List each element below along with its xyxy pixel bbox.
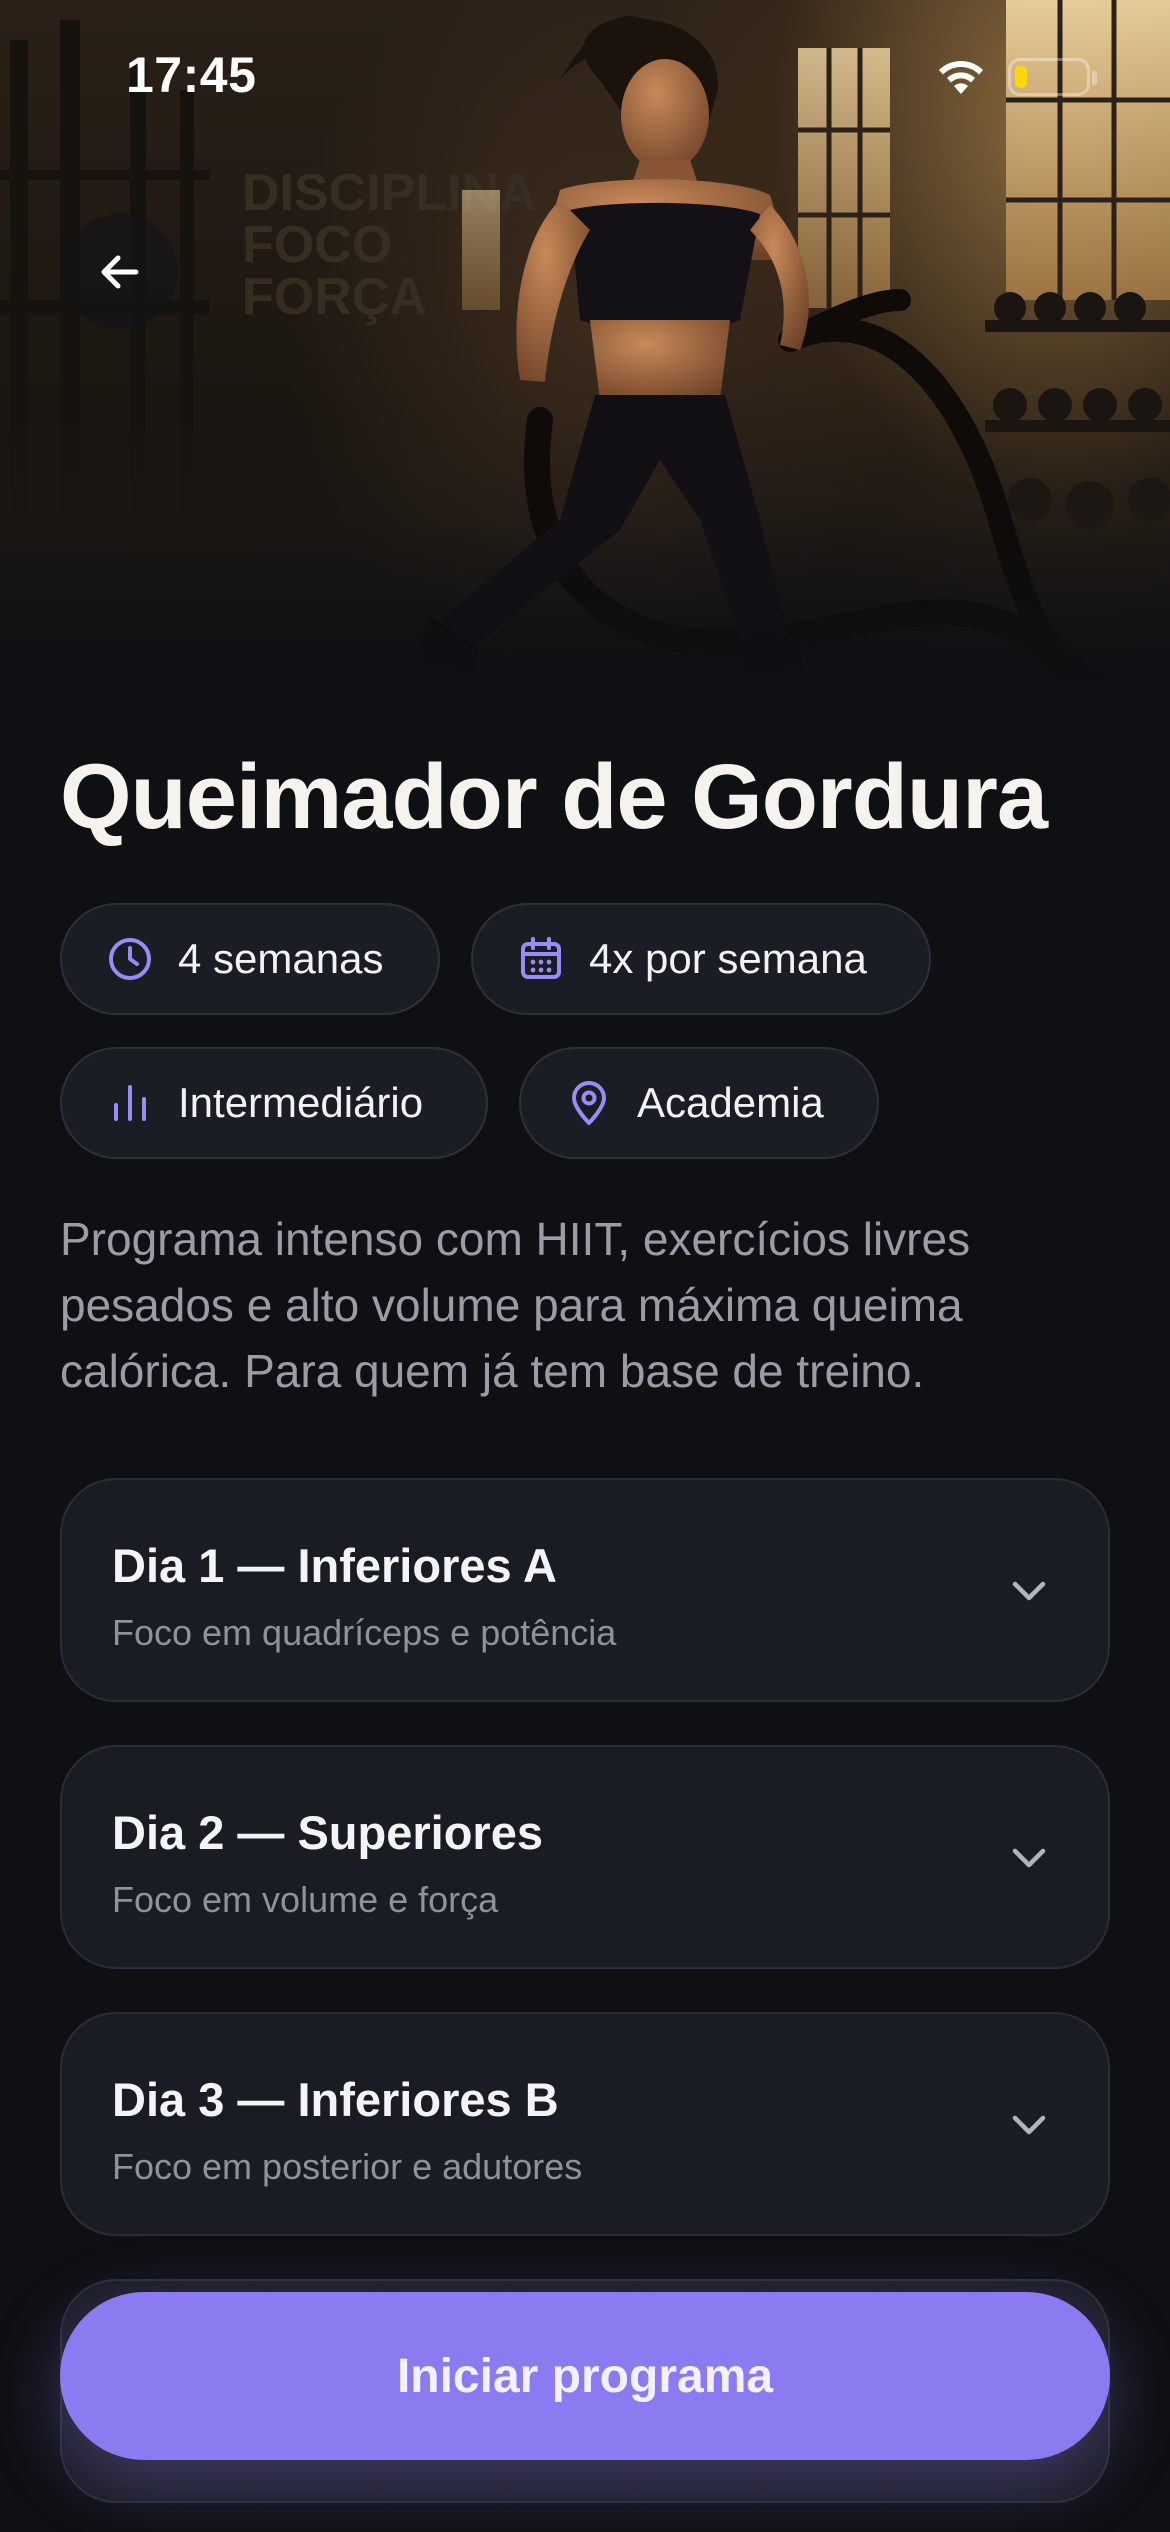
calendar-icon: [521, 937, 561, 979]
program-detail-screen: DISCIPLINA FOCO FORÇA 17:45 Queimador de…: [0, 0, 1170, 2532]
battery-fill: [1015, 66, 1027, 88]
frequency-chip: 4x por semana: [471, 903, 931, 1015]
battery-icon: [1008, 58, 1097, 96]
day-card-2[interactable]: Dia 2 — Superiores Foco em volume e forç…: [60, 1745, 1110, 1969]
level-label: Intermediário: [178, 1079, 424, 1126]
location-label: Academia: [637, 1079, 824, 1126]
wifi-icon: [939, 61, 983, 94]
location-pin-icon: [572, 1081, 606, 1125]
level-chip: Intermediário: [60, 1047, 488, 1159]
bar-chart-icon: [114, 1085, 146, 1121]
wall-text-3: FORÇA: [242, 268, 427, 326]
chevron-down-icon: [1012, 1848, 1046, 1868]
chevron-down-icon: [1012, 1581, 1046, 1601]
day-title: Dia 2 — Superiores: [112, 1806, 543, 1859]
day-subtitle: Foco em posterior e adutores: [112, 2146, 583, 2187]
day-title: Dia 3 — Inferiores B: [112, 2073, 559, 2126]
day-subtitle: Foco em volume e força: [112, 1879, 499, 1920]
frequency-label: 4x por semana: [589, 935, 867, 982]
wall-text-2: FOCO: [242, 216, 392, 274]
arrow-left-icon: [101, 255, 139, 289]
location-chip: Academia: [519, 1047, 879, 1159]
page-title: Queimador de Gordura: [60, 746, 1048, 848]
day-subtitle: Foco em quadríceps e potência: [112, 1612, 617, 1653]
day-card-1[interactable]: Dia 1 — Inferiores A Foco em quadríceps …: [60, 1478, 1110, 1702]
program-description: Programa intenso com HIIT, exercícios li…: [60, 1213, 971, 1397]
chevron-down-icon: [1012, 2115, 1046, 2135]
clock-icon: [109, 938, 151, 980]
status-bar: 17:45: [0, 0, 1170, 150]
day-card-3[interactable]: Dia 3 — Inferiores B Foco em posterior e…: [60, 2012, 1110, 2236]
duration-chip: 4 semanas: [60, 903, 440, 1015]
day-title: Dia 1 — Inferiores A: [112, 1539, 557, 1592]
status-time: 17:45: [126, 47, 257, 103]
back-button[interactable]: [62, 214, 178, 330]
start-program-button[interactable]: Iniciar programa: [60, 2292, 1110, 2460]
duration-label: 4 semanas: [178, 935, 384, 982]
